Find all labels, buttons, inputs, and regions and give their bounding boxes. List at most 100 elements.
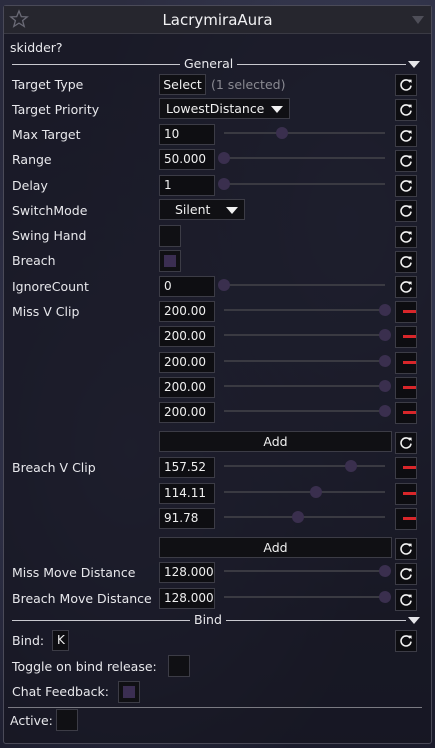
slider-knob[interactable] bbox=[309, 486, 322, 498]
reset-button[interactable] bbox=[395, 125, 417, 147]
reset-button[interactable] bbox=[395, 563, 417, 585]
switch-mode-dropdown[interactable]: Silent bbox=[159, 199, 245, 220]
section-bind-collapse-icon[interactable] bbox=[408, 617, 420, 624]
slider-knob[interactable] bbox=[379, 355, 391, 367]
slider-track[interactable] bbox=[224, 491, 385, 493]
target-type-select-button[interactable]: Select bbox=[159, 74, 206, 95]
miss-move-distance-input[interactable]: 128.000 bbox=[159, 562, 215, 583]
slider-knob[interactable] bbox=[275, 127, 288, 139]
slider-knob[interactable] bbox=[379, 591, 391, 603]
slider-track[interactable] bbox=[224, 334, 385, 336]
reset-button[interactable] bbox=[395, 175, 417, 197]
target-type-label: Target Type bbox=[12, 77, 84, 92]
toggle-on-bind-release-checkbox[interactable] bbox=[168, 655, 190, 677]
slider-track[interactable] bbox=[224, 570, 385, 572]
module-description: skidder? bbox=[10, 40, 63, 55]
reset-icon bbox=[400, 281, 412, 293]
miss-v-clip-input-3[interactable]: 200.00 bbox=[159, 352, 215, 373]
reset-button[interactable] bbox=[395, 630, 417, 652]
reset-button[interactable] bbox=[395, 589, 417, 611]
slider-track[interactable] bbox=[224, 132, 385, 134]
title-bar[interactable]: LacrymiraAura bbox=[4, 6, 431, 34]
slider-track[interactable] bbox=[224, 309, 385, 311]
slider-track[interactable] bbox=[224, 157, 385, 159]
miss-v-clip-input-5[interactable]: 200.00 bbox=[159, 402, 215, 423]
remove-button[interactable] bbox=[395, 377, 417, 399]
slider-knob[interactable] bbox=[379, 565, 391, 577]
breach-v-clip-input-2[interactable]: 114.11 bbox=[159, 483, 215, 504]
range-label: Range bbox=[12, 152, 52, 167]
miss-v-clip-label: Miss V Clip bbox=[12, 304, 80, 319]
remove-button[interactable] bbox=[395, 508, 417, 530]
remove-button[interactable] bbox=[395, 457, 417, 479]
chat-feedback-label: Chat Feedback: bbox=[12, 684, 109, 699]
bind-key-input[interactable]: K bbox=[52, 630, 69, 651]
max-target-input[interactable]: 10 bbox=[159, 124, 215, 145]
slider-knob[interactable] bbox=[379, 329, 391, 341]
reset-button[interactable] bbox=[395, 99, 417, 121]
max-target-label: Max Target bbox=[12, 127, 81, 142]
divider bbox=[226, 620, 406, 621]
slider-knob[interactable] bbox=[379, 405, 391, 417]
slider-track[interactable] bbox=[224, 596, 385, 598]
section-general-collapse-icon[interactable] bbox=[408, 61, 420, 68]
chevron-down-icon bbox=[271, 106, 283, 113]
miss-v-clip-input-1[interactable]: 200.00 bbox=[159, 301, 215, 322]
reset-button[interactable] bbox=[395, 74, 417, 96]
chat-feedback-checkbox[interactable] bbox=[118, 681, 140, 703]
ignore-count-label: IgnoreCount bbox=[12, 279, 89, 294]
slider-knob[interactable] bbox=[379, 304, 391, 316]
miss-v-clip-input-2[interactable]: 200.00 bbox=[159, 326, 215, 347]
slider-track[interactable] bbox=[224, 410, 385, 412]
reset-button[interactable] bbox=[395, 251, 417, 273]
delay-input[interactable]: 1 bbox=[159, 175, 215, 196]
slider-track[interactable] bbox=[224, 284, 385, 286]
breach-v-clip-input-3[interactable]: 91.78 bbox=[159, 508, 215, 529]
breach-v-clip-input-1[interactable]: 157.52 bbox=[159, 457, 215, 478]
remove-button[interactable] bbox=[395, 352, 417, 374]
slider-track[interactable] bbox=[224, 516, 385, 518]
window-title: LacrymiraAura bbox=[162, 11, 273, 29]
minus-icon bbox=[403, 335, 416, 338]
slider-track[interactable] bbox=[224, 385, 385, 387]
reset-button[interactable] bbox=[395, 432, 417, 454]
slider-knob[interactable] bbox=[379, 380, 391, 392]
slider-track[interactable] bbox=[224, 183, 385, 185]
miss-v-clip-input-4[interactable]: 200.00 bbox=[159, 377, 215, 398]
slider-knob[interactable] bbox=[218, 279, 230, 291]
swing-hand-checkbox[interactable] bbox=[159, 225, 181, 247]
breach-v-clip-label: Breach V Clip bbox=[12, 460, 96, 475]
breach-move-distance-input[interactable]: 128.000 bbox=[159, 588, 215, 609]
reset-icon bbox=[400, 180, 412, 192]
reset-button[interactable] bbox=[395, 276, 417, 298]
reset-icon bbox=[400, 155, 412, 167]
remove-button[interactable] bbox=[395, 326, 417, 348]
remove-button[interactable] bbox=[395, 402, 417, 424]
reset-button[interactable] bbox=[395, 538, 417, 560]
slider-knob[interactable] bbox=[218, 178, 230, 190]
remove-button[interactable] bbox=[395, 483, 417, 505]
target-priority-dropdown[interactable]: LowestDistance bbox=[159, 98, 290, 119]
reset-icon bbox=[400, 594, 412, 606]
slider-knob[interactable] bbox=[292, 511, 305, 523]
slider-track[interactable] bbox=[224, 465, 385, 467]
chevron-down-icon bbox=[226, 207, 238, 214]
miss-v-clip-add-button[interactable]: Add bbox=[159, 431, 392, 452]
delay-label: Delay bbox=[12, 178, 48, 193]
range-input[interactable]: 50.000 bbox=[159, 149, 215, 170]
ignore-count-input[interactable]: 0 bbox=[159, 276, 215, 297]
breach-checkbox[interactable] bbox=[159, 250, 181, 272]
remove-button[interactable] bbox=[395, 301, 417, 323]
breach-v-clip-add-button[interactable]: Add bbox=[159, 537, 392, 558]
reset-button[interactable] bbox=[395, 150, 417, 172]
minus-icon bbox=[403, 386, 416, 389]
reset-icon bbox=[400, 79, 412, 91]
slider-track[interactable] bbox=[224, 360, 385, 362]
divider bbox=[12, 620, 190, 621]
reset-icon bbox=[400, 568, 412, 580]
active-checkbox[interactable] bbox=[56, 709, 78, 731]
collapse-icon[interactable] bbox=[412, 16, 424, 24]
slider-knob[interactable] bbox=[218, 152, 230, 164]
reset-button[interactable] bbox=[395, 200, 417, 222]
reset-button[interactable] bbox=[395, 226, 417, 248]
